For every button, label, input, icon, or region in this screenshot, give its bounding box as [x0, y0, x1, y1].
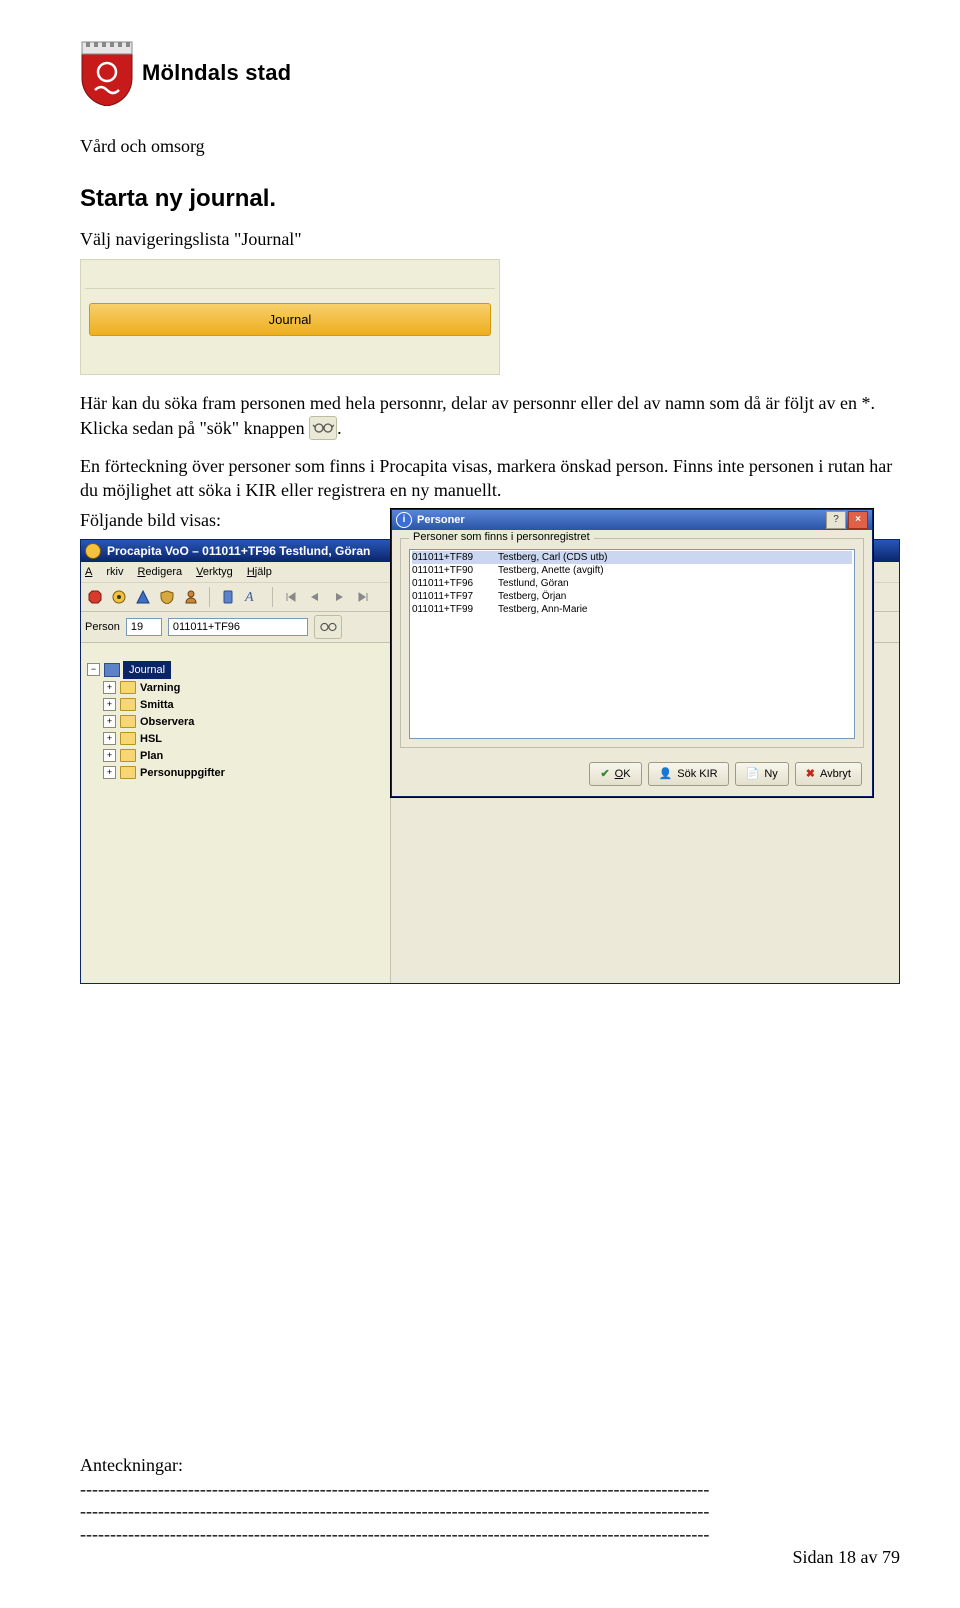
- folder-icon: [120, 732, 136, 745]
- person-label: Person: [85, 621, 120, 633]
- toolbar-prev-icon[interactable]: [305, 587, 325, 607]
- dialog-icon: i: [396, 512, 412, 528]
- tree-item-hsl[interactable]: +HSL: [103, 731, 384, 747]
- toolbar-biohazard-icon[interactable]: [109, 587, 129, 607]
- window-title: Procapita VoO – 011011+TF96 Testlund, Gö…: [107, 544, 370, 558]
- search-icon[interactable]: [309, 416, 337, 440]
- dialog-button-row: ✔OK 👤Sök KIR 📄Ny ✖Avbryt: [392, 756, 872, 796]
- tree-expand-icon[interactable]: +: [103, 749, 116, 762]
- toolbar-person-icon[interactable]: [181, 587, 201, 607]
- sok-kir-button[interactable]: 👤Sök KIR: [648, 762, 729, 786]
- dialog-help-button[interactable]: ?: [826, 511, 846, 529]
- paragraph-1: Här kan du söka fram personen med hela p…: [80, 391, 900, 440]
- person-groupbox: Personer som finns i personregistret 011…: [400, 538, 864, 748]
- notes-line: ----------------------------------------…: [80, 1500, 900, 1523]
- tree-item-plan[interactable]: +Plan: [103, 748, 384, 764]
- groupbox-label: Personer som finns i personregistret: [409, 531, 594, 543]
- org-name: Mölndals stad: [142, 60, 291, 86]
- paragraph-2: En förteckning över personer som finns i…: [80, 454, 900, 503]
- folder-icon: [120, 766, 136, 779]
- dialog-titlebar: i Personer ? ×: [392, 510, 872, 530]
- search-button[interactable]: [314, 615, 342, 639]
- toolbar-alert-icon[interactable]: [133, 587, 153, 607]
- person-id-input[interactable]: 011011+TF96: [168, 618, 308, 636]
- tree-collapse-icon[interactable]: −: [87, 663, 100, 676]
- toolbar-bookmark-icon[interactable]: [218, 587, 238, 607]
- tree-item-smitta[interactable]: +Smitta: [103, 697, 384, 713]
- toolbar-first-icon[interactable]: [281, 587, 301, 607]
- menu-verktyg[interactable]: Verktyg: [196, 566, 233, 578]
- list-item[interactable]: 011011+TF89Testberg, Carl (CDS utb): [412, 551, 852, 564]
- ny-button[interactable]: 📄Ny: [735, 762, 789, 786]
- main-content-panel: i Personer ? × Personer som finns i pers…: [391, 643, 899, 983]
- person-listbox[interactable]: 011011+TF89Testberg, Carl (CDS utb) 0110…: [409, 549, 855, 739]
- book-icon: [104, 663, 120, 677]
- tree-expand-icon[interactable]: +: [103, 698, 116, 711]
- page-number: Sidan 18 av 79: [80, 1547, 900, 1568]
- notes-line: ----------------------------------------…: [80, 1523, 900, 1546]
- header-logo-block: Mölndals stad: [80, 40, 900, 106]
- folder-icon: [120, 715, 136, 728]
- menu-redigera[interactable]: Redigera: [137, 566, 182, 578]
- svg-text:A: A: [244, 590, 254, 604]
- folder-icon: [120, 681, 136, 694]
- tree-item-personuppgifter[interactable]: +Personuppgifter: [103, 765, 384, 781]
- folder-icon: [120, 698, 136, 711]
- personer-dialog: i Personer ? × Personer som finns i pers…: [391, 509, 873, 797]
- list-item[interactable]: 011011+TF99Testberg, Ann-Marie: [412, 603, 852, 616]
- avbryt-button[interactable]: ✖Avbryt: [795, 762, 862, 786]
- toolbar-last-icon[interactable]: [353, 587, 373, 607]
- dialog-title-text: Personer: [417, 514, 465, 526]
- navlist-item-journal[interactable]: Journal: [89, 303, 491, 336]
- ok-button[interactable]: ✔OK: [589, 762, 641, 786]
- menu-hjalp[interactable]: Hjälp: [247, 566, 272, 578]
- dialog-close-button[interactable]: ×: [848, 511, 868, 529]
- toolbar-shield-icon[interactable]: [157, 587, 177, 607]
- notes-label: Anteckningar:: [80, 1455, 900, 1476]
- tree-item-observera[interactable]: +Observera: [103, 714, 384, 730]
- nav-tree-panel: − Journal +Varning +Smitta +Observera +H…: [81, 643, 391, 983]
- app-icon: [85, 543, 101, 559]
- nav-list-screenshot: Journal: [80, 259, 500, 375]
- tree-root-journal[interactable]: − Journal: [87, 661, 384, 679]
- tree-item-varning[interactable]: +Varning: [103, 680, 384, 696]
- toolbar-stop-icon[interactable]: [85, 587, 105, 607]
- procapita-window: Procapita VoO – 011011+TF96 Testlund, Gö…: [80, 539, 900, 984]
- list-item[interactable]: 011011+TF97Testberg, Örjan: [412, 590, 852, 603]
- tree-expand-icon[interactable]: +: [103, 715, 116, 728]
- list-item[interactable]: 011011+TF96Testlund, Göran: [412, 577, 852, 590]
- menu-arkiv[interactable]: Arkiv: [85, 566, 123, 578]
- notes-line: ----------------------------------------…: [80, 1478, 900, 1501]
- tree-expand-icon[interactable]: +: [103, 732, 116, 745]
- intro-line: Välj navigeringslista "Journal": [80, 227, 900, 251]
- list-item[interactable]: 011011+TF90Testberg, Anette (avgift): [412, 564, 852, 577]
- page-title: Starta ny journal.: [80, 185, 900, 213]
- tree-expand-icon[interactable]: +: [103, 766, 116, 779]
- folder-icon: [120, 749, 136, 762]
- molndal-coat-of-arms: [80, 40, 134, 106]
- section-label: Vård och omsorg: [80, 136, 900, 157]
- tree-expand-icon[interactable]: +: [103, 681, 116, 694]
- toolbar-action-a-icon[interactable]: A: [242, 587, 264, 607]
- person-code-input[interactable]: 19: [126, 618, 162, 636]
- toolbar-next-icon[interactable]: [329, 587, 349, 607]
